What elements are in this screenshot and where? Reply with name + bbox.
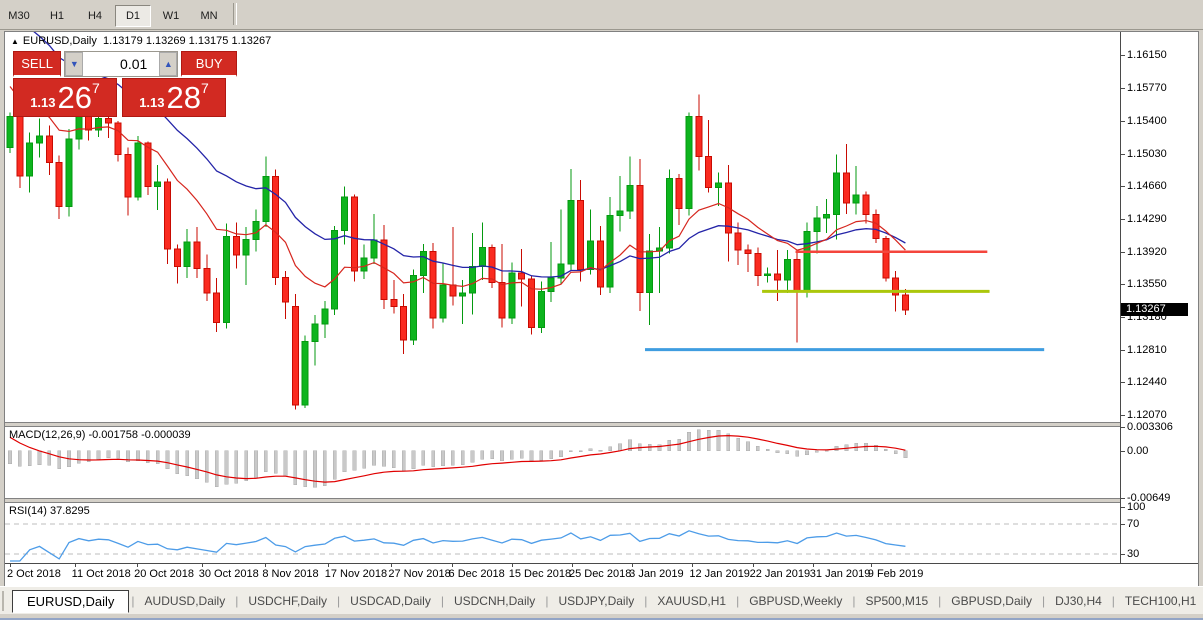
date-label: 8 Nov 2018 — [262, 568, 318, 580]
date-axis: 2 Oct 2018 11 Oct 201820 Oct 2018 30 Oct 2… — [5, 563, 1198, 587]
chart-title: ▲ EURUSD,Daily 1.13179 1.13269 1.13175 1.… — [11, 35, 271, 47]
price-tick: 1.12440 — [1127, 376, 1167, 388]
bid-price-big: 26 — [58, 83, 92, 113]
rsi-svg — [5, 503, 1120, 563]
volume-decrease-icon[interactable]: ▼ — [65, 52, 83, 76]
date-tick — [137, 564, 138, 567]
date-tick — [75, 564, 76, 567]
date-tick — [328, 564, 329, 567]
ask-price-box[interactable]: 1.13 28 7 — [122, 78, 226, 117]
date-tick — [692, 564, 693, 567]
macd-indicator-panel[interactable]: MACD(12,26,9) -0.001758 -0.000039 — [5, 427, 1120, 498]
date-tick — [512, 564, 513, 567]
ask-price-prefix: 1.13 — [139, 93, 164, 113]
price-tick: 1.13550 — [1127, 278, 1167, 290]
macd-signal-line — [10, 436, 905, 483]
date-label: 12 Jan 2019 — [689, 568, 750, 580]
price-tick: 1.14290 — [1127, 213, 1167, 225]
candles — [7, 95, 908, 410]
timeframe-button-d1[interactable]: D1 — [115, 5, 151, 27]
price-tick: 1.12810 — [1127, 344, 1167, 356]
chart-tab-gbpusd[interactable]: GBPUSD,Weekly — [739, 591, 852, 611]
timeframe-button-h4[interactable]: H4 — [77, 5, 113, 27]
date-label: 3 Jan 2019 — [629, 568, 683, 580]
chart-symbol-label: EURUSD,Daily — [23, 35, 97, 47]
chart-tab-tech100[interactable]: TECH100,H1 — [1115, 591, 1203, 611]
date-label: 20 Oct 2018 — [134, 568, 194, 580]
chart-tab-xauusd[interactable]: XAUUSD,H1 — [647, 591, 736, 611]
chart-tab-audusd[interactable]: AUDUSD,Daily — [135, 591, 236, 611]
chart-tab-eurusd[interactable]: EURUSD,Daily — [12, 590, 129, 613]
date-tick — [632, 564, 633, 567]
volume-input[interactable] — [83, 52, 159, 76]
date-label: 11 Oct 2018 — [72, 568, 131, 580]
date-label: 15 Dec 2018 — [509, 568, 571, 580]
chart-window: ▲ EURUSD,Daily 1.13179 1.13269 1.13175 1.… — [4, 31, 1199, 587]
timeframe-button-m30[interactable]: M30 — [1, 5, 37, 27]
volume-spinner: ▼ ▲ — [64, 51, 178, 77]
price-axis: 1.16150 1.15770 1.15400 1.15030 1.14660 1.142… — [1121, 32, 1198, 563]
date-label: 9 Feb 2019 — [868, 568, 924, 580]
chart-tab-usdjpy[interactable]: USDJPY,Daily — [548, 591, 644, 611]
date-label: 30 Oct 2018 — [199, 568, 259, 580]
toolbar-separator — [233, 3, 237, 25]
macd-tick: 0.003306 — [1127, 421, 1173, 433]
chart-ohlc-values: 1.13179 1.13269 1.13175 1.13267 — [103, 35, 271, 47]
date-label: 17 Nov 2018 — [325, 568, 387, 580]
price-tick: 1.13920 — [1127, 246, 1167, 258]
bid-price-box[interactable]: 1.13 26 7 — [13, 78, 117, 117]
sell-button[interactable]: SELL — [13, 51, 61, 77]
date-tick — [753, 564, 754, 567]
ask-price-big: 28 — [167, 83, 201, 113]
rsi-indicator-panel[interactable]: RSI(14) 37.8295 — [5, 503, 1120, 563]
chart-tab-usdchf[interactable]: USDCHF,Daily — [238, 591, 337, 611]
date-tick — [813, 564, 814, 567]
rsi-tick: 30 — [1127, 548, 1139, 560]
date-label: 2 Oct 2018 — [7, 568, 61, 580]
date-label: 6 Dec 2018 — [449, 568, 505, 580]
bid-price-prefix: 1.13 — [30, 93, 55, 113]
date-tick — [391, 564, 392, 567]
timeframe-button-h1[interactable]: H1 — [39, 5, 75, 27]
timeframe-button-mn[interactable]: MN — [191, 5, 227, 27]
macd-tick: 0.00 — [1127, 445, 1148, 457]
price-tick: 1.15770 — [1127, 82, 1167, 94]
rsi-tick: 100 — [1127, 501, 1145, 513]
chart-tab-usdcnh[interactable]: USDCNH,Daily — [444, 591, 545, 611]
timeframe-button-w1[interactable]: W1 — [153, 5, 189, 27]
price-tick: 1.15030 — [1127, 148, 1167, 160]
chart-tab-gbpusd[interactable]: GBPUSD,Daily — [941, 591, 1042, 611]
chart-tab-dj30[interactable]: DJ30,H4 — [1045, 591, 1112, 611]
ask-price-sup: 7 — [201, 81, 209, 95]
timeframe-toolbar: M30H1H4D1W1MN — [0, 0, 1203, 30]
date-label: 22 Jan 2019 — [750, 568, 811, 580]
macd-label: MACD(12,26,9) -0.001758 -0.000039 — [9, 429, 191, 441]
price-tick: 1.12070 — [1127, 409, 1167, 421]
price-tick: 1.15400 — [1127, 115, 1167, 127]
rsi-line — [10, 531, 905, 561]
volume-increase-icon[interactable]: ▲ — [159, 52, 177, 76]
status-strip — [0, 614, 1203, 620]
chart-tab-sp500[interactable]: SP500,M15 — [855, 591, 938, 611]
price-tick: 1.16150 — [1127, 49, 1167, 61]
date-label: 27 Nov 2018 — [388, 568, 450, 580]
one-click-trade-panel: SELL ▼ ▲ BUY 1.13 26 7 1.13 28 7 — [13, 51, 237, 117]
date-tick — [202, 564, 203, 567]
collapse-triangle-icon[interactable]: ▲ — [11, 37, 19, 46]
current-price-tag: 1.13267 — [1121, 303, 1188, 316]
buy-button[interactable]: BUY — [181, 51, 237, 77]
date-tick — [871, 564, 872, 567]
date-label: 31 Jan 2019 — [810, 568, 871, 580]
date-tick — [572, 564, 573, 567]
rsi-tick: 70 — [1127, 518, 1139, 530]
rsi-label: RSI(14) 37.8295 — [9, 505, 90, 517]
chart-tab-usdcad[interactable]: USDCAD,Daily — [340, 591, 441, 611]
bid-price-sup: 7 — [92, 81, 100, 95]
date-tick — [452, 564, 453, 567]
date-tick — [10, 564, 11, 567]
price-tick: 1.14660 — [1127, 180, 1167, 192]
date-tick — [265, 564, 266, 567]
chart-tab-bar: EURUSD,Daily|AUDUSD,Daily|USDCHF,Daily|U… — [0, 586, 1203, 614]
date-label: 25 Dec 2018 — [569, 568, 631, 580]
